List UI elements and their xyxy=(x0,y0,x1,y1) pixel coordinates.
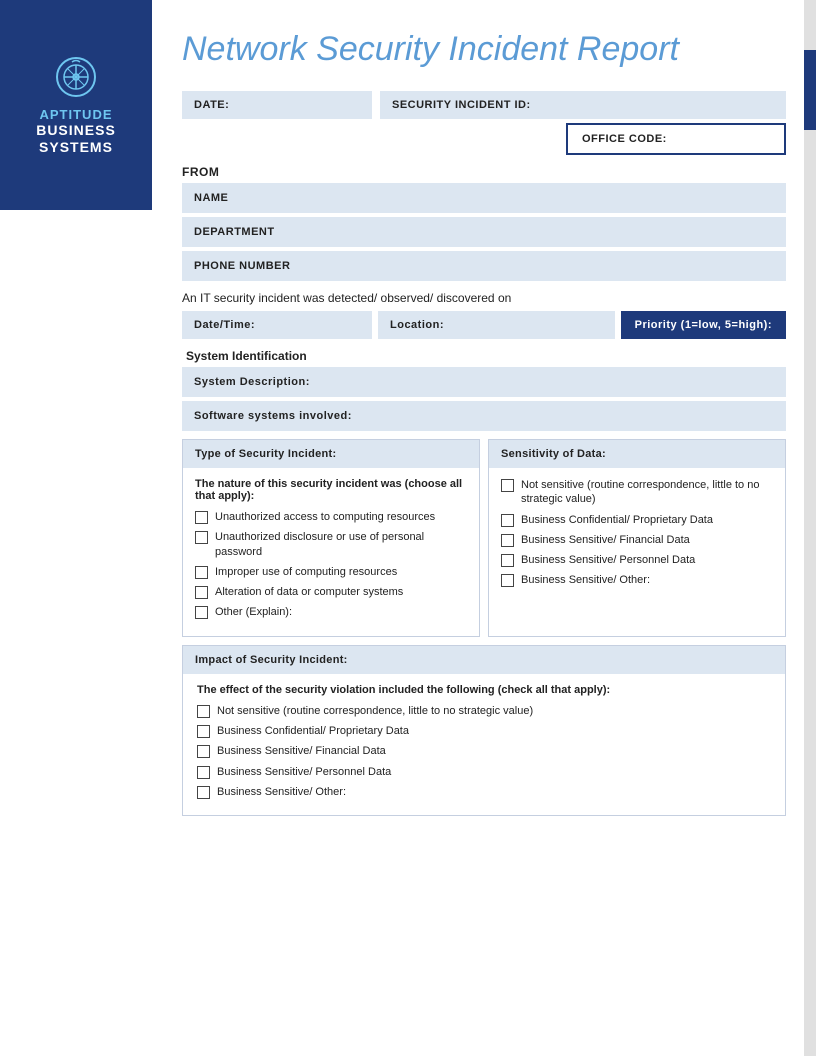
impact-section: Impact of Security Incident: The effect … xyxy=(182,645,786,816)
list-item: Business Sensitive/ Personnel Data xyxy=(501,553,773,567)
sens-checkbox-4[interactable] xyxy=(501,574,514,587)
type-box: Type of Security Incident: The nature of… xyxy=(182,439,480,637)
incident-id-field[interactable]: SECURITY INCIDENT ID: xyxy=(380,91,786,119)
type-item-3: Alteration of data or computer systems xyxy=(215,585,403,599)
page-title: Network Security Incident Report xyxy=(182,30,786,69)
type-item-0: Unauthorized access to computing resourc… xyxy=(215,510,435,524)
aptitude-icon xyxy=(54,55,98,99)
sens-checkbox-3[interactable] xyxy=(501,554,514,567)
impact-item-0: Not sensitive (routine correspondence, l… xyxy=(217,704,533,718)
detected-row: Date/Time: Location: Priority (1=low, 5=… xyxy=(182,311,786,339)
list-item: Business Confidential/ Proprietary Data xyxy=(501,513,773,527)
checkbox-2[interactable] xyxy=(195,566,208,579)
checkbox-3[interactable] xyxy=(195,586,208,599)
scrollbar-thumb[interactable] xyxy=(804,50,816,130)
checkbox-1[interactable] xyxy=(195,531,208,544)
nature-text: The nature of this security incident was… xyxy=(195,478,467,502)
software-field[interactable]: Software systems involved: xyxy=(182,401,786,431)
checkbox-4[interactable] xyxy=(195,606,208,619)
impact-checkbox-4[interactable] xyxy=(197,786,210,799)
system-id-label: System Identification xyxy=(186,349,786,363)
main-content: Network Security Incident Report DATE: S… xyxy=(152,0,816,846)
sens-checkbox-1[interactable] xyxy=(501,514,514,527)
list-item: Other (Explain): xyxy=(195,605,467,619)
impact-item-2: Business Sensitive/ Financial Data xyxy=(217,744,386,758)
type-item-1: Unauthorized disclosure or use of person… xyxy=(215,530,467,559)
list-item: Not sensitive (routine correspondence, l… xyxy=(197,704,771,718)
office-code-row: OFFICE CODE: xyxy=(182,123,786,155)
impact-item-1: Business Confidential/ Proprietary Data xyxy=(217,724,409,738)
date-incident-row: DATE: SECURITY INCIDENT ID: xyxy=(182,91,786,119)
sens-checkbox-0[interactable] xyxy=(501,479,514,492)
impact-item-4: Business Sensitive/ Other: xyxy=(217,785,346,799)
sens-item-4: Business Sensitive/ Other: xyxy=(521,573,650,587)
department-field[interactable]: DEPARTMENT xyxy=(182,217,786,247)
phone-field[interactable]: PHONE NUMBER xyxy=(182,251,786,281)
list-item: Improper use of computing resources xyxy=(195,565,467,579)
sens-item-1: Business Confidential/ Proprietary Data xyxy=(521,513,713,527)
location-field[interactable]: Location: xyxy=(378,311,615,339)
list-item: Business Sensitive/ Other: xyxy=(501,573,773,587)
sens-item-3: Business Sensitive/ Personnel Data xyxy=(521,553,695,567)
system-desc-field[interactable]: System Description: xyxy=(182,367,786,397)
office-code-field[interactable]: OFFICE CODE: xyxy=(566,123,786,155)
impact-item-3: Business Sensitive/ Personnel Data xyxy=(217,765,391,779)
two-col-section: Type of Security Incident: The nature of… xyxy=(182,439,786,637)
type-item-2: Improper use of computing resources xyxy=(215,565,397,579)
sensitivity-box: Sensitivity of Data: Not sensitive (rout… xyxy=(488,439,786,637)
sens-checkbox-2[interactable] xyxy=(501,534,514,547)
impact-checkbox-2[interactable] xyxy=(197,745,210,758)
impact-body: The effect of the security violation inc… xyxy=(183,674,785,815)
list-item: Business Sensitive/ Other: xyxy=(197,785,771,799)
impact-header: Impact of Security Incident: xyxy=(183,646,785,674)
datetime-field[interactable]: Date/Time: xyxy=(182,311,372,339)
impact-checkbox-0[interactable] xyxy=(197,705,210,718)
name-field[interactable]: NAME xyxy=(182,183,786,213)
sensitivity-body: Not sensitive (routine correspondence, l… xyxy=(489,468,785,604)
list-item: Unauthorized disclosure or use of person… xyxy=(195,530,467,559)
it-detected-text: An IT security incident was detected/ ob… xyxy=(182,291,786,305)
list-item: Unauthorized access to computing resourc… xyxy=(195,510,467,524)
impact-checkbox-1[interactable] xyxy=(197,725,210,738)
list-item: Business Sensitive/ Financial Data xyxy=(501,533,773,547)
date-field[interactable]: DATE: xyxy=(182,91,372,119)
sens-item-2: Business Sensitive/ Financial Data xyxy=(521,533,690,547)
type-body: The nature of this security incident was… xyxy=(183,468,479,636)
sidebar: APTITUDE BUSINESSSYSTEMS xyxy=(0,0,152,210)
priority-field[interactable]: Priority (1=low, 5=high): xyxy=(621,311,786,339)
list-item: Business Sensitive/ Financial Data xyxy=(197,744,771,758)
type-header: Type of Security Incident: xyxy=(183,440,479,468)
scrollbar[interactable] xyxy=(804,0,816,1056)
sens-item-0: Not sensitive (routine correspondence, l… xyxy=(521,478,773,507)
from-label: FROM xyxy=(182,165,786,179)
list-item: Business Sensitive/ Personnel Data xyxy=(197,765,771,779)
type-item-4: Other (Explain): xyxy=(215,605,292,619)
impact-checkbox-3[interactable] xyxy=(197,766,210,779)
list-item: Business Confidential/ Proprietary Data xyxy=(197,724,771,738)
sensitivity-header: Sensitivity of Data: xyxy=(489,440,785,468)
checkbox-0[interactable] xyxy=(195,511,208,524)
brand-aptitude: APTITUDE xyxy=(40,107,113,122)
list-item: Not sensitive (routine correspondence, l… xyxy=(501,478,773,507)
brand-business: BUSINESSSYSTEMS xyxy=(36,122,116,156)
effect-text: The effect of the security violation inc… xyxy=(197,684,771,696)
list-item: Alteration of data or computer systems xyxy=(195,585,467,599)
